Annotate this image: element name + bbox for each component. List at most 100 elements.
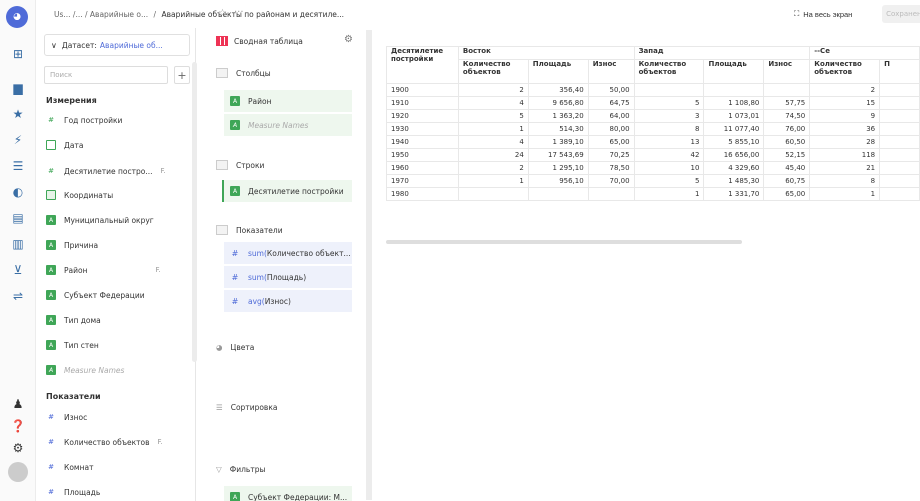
field-wear[interactable]: # Износ bbox=[46, 410, 87, 424]
search-input[interactable]: Поиск bbox=[44, 66, 168, 84]
table-cell: 8 bbox=[809, 174, 881, 188]
folder-icon[interactable]: ▆ bbox=[8, 78, 28, 98]
field-coordinates[interactable]: Координаты bbox=[46, 188, 113, 202]
hash-icon: # bbox=[231, 296, 239, 306]
table-row: 1980 1 1 331,70 65,00 1 bbox=[386, 187, 920, 201]
field-house-type[interactable]: A Тип дома bbox=[46, 313, 101, 327]
field-measure-names[interactable]: A Measure Names bbox=[46, 363, 124, 377]
table-cell: 65,00 bbox=[587, 135, 635, 149]
columns-section: Столбцы bbox=[216, 68, 271, 78]
grid-menu-icon[interactable]: ⊞ bbox=[8, 44, 28, 64]
column-subheader[interactable]: Износ bbox=[763, 59, 811, 84]
measures-section: Показатели bbox=[216, 225, 283, 235]
table-cell: 78,50 bbox=[587, 161, 635, 175]
dataset-scrollbar[interactable] bbox=[192, 62, 197, 362]
pill-fn: avg( bbox=[248, 296, 265, 306]
breadcrumb-path[interactable]: Us... /... / Аварийные о... bbox=[54, 10, 148, 19]
help-icon[interactable]: ❓ bbox=[8, 416, 28, 436]
more-menu-icon[interactable]: ··· bbox=[234, 7, 244, 18]
chart-icon[interactable]: ▥ bbox=[8, 234, 28, 254]
field-area[interactable]: # Площадь bbox=[46, 485, 100, 499]
table-cell bbox=[457, 187, 529, 201]
column-field-district[interactable]: A Район bbox=[224, 90, 352, 112]
avatar[interactable] bbox=[8, 462, 28, 482]
column-subheader[interactable]: Площадь bbox=[703, 59, 765, 84]
table-cell: 356,40 bbox=[527, 83, 589, 97]
field-decade[interactable]: # Десятилетие постро... F. bbox=[46, 164, 166, 178]
add-field-button[interactable]: + bbox=[174, 66, 190, 84]
hash-icon: # bbox=[48, 438, 54, 446]
row-header[interactable]: Десятилетие постройки bbox=[386, 46, 459, 84]
field-district[interactable]: A Район F. bbox=[46, 263, 161, 277]
group-header[interactable]: Запад bbox=[633, 46, 811, 60]
column-field-measure-names[interactable]: A Measure Names bbox=[224, 114, 352, 136]
fullscreen-button[interactable]: ⛶ На весь экран bbox=[788, 6, 858, 22]
table-cell: 1 389,10 bbox=[527, 135, 589, 149]
field-municipal-district[interactable]: A Муниципальный округ bbox=[46, 213, 154, 227]
bell-icon[interactable]: ♟ bbox=[8, 394, 28, 414]
app-logo-icon[interactable]: ◕ bbox=[6, 6, 28, 28]
filter-icon: ▽ bbox=[216, 465, 222, 474]
colors-section[interactable]: ◕ Цвета bbox=[216, 343, 254, 352]
field-label: Десятилетие постро... bbox=[64, 166, 153, 176]
row-field-decade[interactable]: A Десятилетие постройки bbox=[222, 180, 352, 202]
dataset-selector[interactable]: ∨ Датасет: Аварийные об... bbox=[44, 34, 190, 56]
measure-field-count[interactable]: # sum(Количество объект... bbox=[224, 242, 352, 264]
field-wall-type[interactable]: A Тип стен bbox=[46, 338, 99, 352]
cart-icon[interactable]: ⊻ bbox=[8, 260, 28, 280]
table-cell bbox=[879, 161, 920, 175]
measures-heading: Показатели bbox=[46, 392, 101, 401]
field-federal-subject[interactable]: A Субъект Федерации bbox=[46, 288, 145, 302]
column-subheader[interactable]: Площадь bbox=[527, 59, 589, 84]
table-cell: 15 bbox=[809, 96, 881, 110]
column-subheader[interactable]: Количество объектов bbox=[809, 59, 881, 84]
sort-title: Сортировка bbox=[230, 403, 278, 412]
table-horizontal-scrollbar[interactable] bbox=[386, 240, 742, 244]
chart-type-selector[interactable]: Сводная таблица bbox=[216, 36, 303, 46]
table-cell: 1 bbox=[457, 174, 529, 188]
table-cell: 5 bbox=[457, 109, 529, 123]
lightning-icon[interactable]: ⚡ bbox=[8, 130, 28, 150]
column-subheader[interactable]: П bbox=[879, 59, 920, 84]
string-icon: A bbox=[230, 186, 240, 196]
field-object-count[interactable]: # Количество объектов F. bbox=[46, 435, 163, 449]
field-year-built[interactable]: # Год постройки bbox=[46, 113, 122, 127]
column-subheader[interactable]: Количество объектов bbox=[457, 59, 529, 84]
table-cell: 4 bbox=[457, 135, 529, 149]
table-cell bbox=[763, 83, 811, 97]
table-cell: 76,00 bbox=[763, 122, 811, 136]
field-reason[interactable]: A Причина bbox=[46, 238, 98, 252]
favorite-star-icon[interactable]: ☆ bbox=[218, 8, 227, 19]
table-cell: 42 bbox=[633, 148, 705, 162]
connection-icon[interactable]: ◐ bbox=[8, 182, 28, 202]
filters-section[interactable]: ▽ Фильтры bbox=[216, 465, 265, 474]
gear-icon[interactable]: ⚙ bbox=[8, 438, 28, 458]
chart-settings-gear-icon[interactable]: ⚙ bbox=[344, 34, 353, 45]
row-label-cell: 1980 bbox=[386, 187, 459, 201]
group-header[interactable]: --Се bbox=[809, 46, 920, 60]
star-icon[interactable]: ★ bbox=[8, 104, 28, 124]
app-window: ◕ ⊞ ▆ ★ ⚡ ☰ ◐ ▤ ▥ ⊻ ⇌ ♟ ❓ ⚙ Us... /... /… bbox=[0, 0, 920, 501]
rows-section: Строки bbox=[216, 160, 264, 170]
settings-sliders-icon[interactable]: ⇌ bbox=[8, 286, 28, 306]
column-subheader[interactable]: Износ bbox=[587, 59, 635, 84]
pill-fn: sum( bbox=[248, 248, 267, 258]
field-date[interactable]: Дата bbox=[46, 138, 83, 152]
field-label: Дата bbox=[64, 140, 84, 150]
table-cell: 1 485,30 bbox=[703, 174, 765, 188]
dashboard-icon[interactable]: ▤ bbox=[8, 208, 28, 228]
filter-field-federal-subject[interactable]: A Субъект Федерации: М... bbox=[224, 486, 352, 501]
field-rooms[interactable]: # Комнат bbox=[46, 460, 93, 474]
sort-section[interactable]: ☰ Сортировка bbox=[216, 403, 277, 412]
save-button[interactable]: Сохранено bbox=[882, 5, 920, 23]
measures-title: Показатели bbox=[236, 225, 283, 235]
table-cell: 17 543,69 bbox=[527, 148, 589, 162]
wizard-scrollbar[interactable] bbox=[366, 30, 372, 500]
column-subheader[interactable]: Количество объектов bbox=[633, 59, 705, 84]
measure-field-wear[interactable]: # avg(Износ) bbox=[224, 290, 352, 312]
field-label: Тип дома bbox=[64, 315, 101, 325]
measure-field-area[interactable]: # sum(Площадь) bbox=[224, 266, 352, 288]
nav-rail: ◕ ⊞ ▆ ★ ⚡ ☰ ◐ ▤ ▥ ⊻ ⇌ ♟ ❓ ⚙ bbox=[0, 0, 36, 501]
list-icon[interactable]: ☰ bbox=[8, 156, 28, 176]
group-header[interactable]: Восток bbox=[457, 46, 635, 60]
